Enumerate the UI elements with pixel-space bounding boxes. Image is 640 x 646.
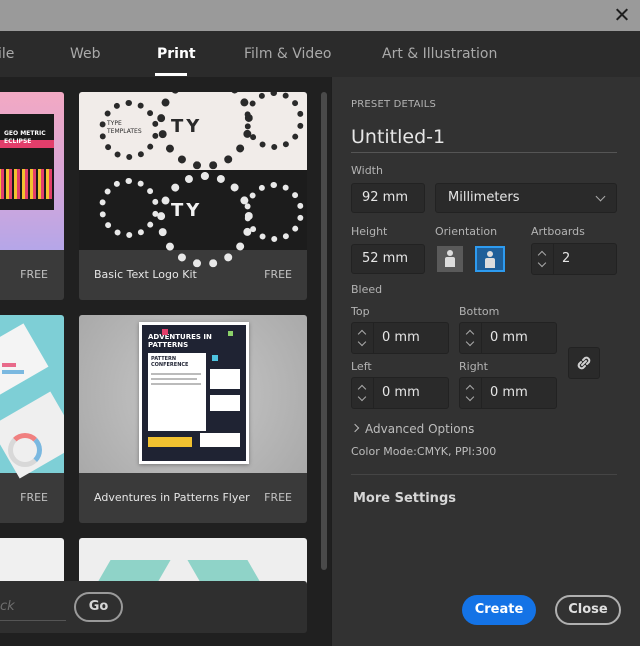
search-input[interactable]: ck [0, 599, 15, 614]
category-tabs: ile Web Print Film & Video Art & Illustr… [0, 31, 640, 77]
go-button[interactable]: Go [74, 592, 123, 622]
document-name-input[interactable]: Untitled-1 [351, 126, 445, 148]
template-search-bar: ck Go [0, 581, 307, 633]
color-mode-info: Color Mode:CMYK, PPI:300 [351, 445, 497, 458]
free-badge: FREE [20, 491, 48, 504]
template-card[interactable]: FREE [0, 315, 64, 523]
chevron-right-icon[interactable] [350, 423, 360, 433]
flyer-heading: ADVENTURES IN PATTERNS [148, 333, 212, 349]
landscape-icon [487, 251, 493, 257]
stepper-down-icon[interactable] [357, 392, 367, 402]
free-badge: FREE [264, 268, 292, 281]
bleed-top-value[interactable]: 0 mm [382, 323, 420, 353]
landscape-orientation-button[interactable] [475, 246, 505, 272]
bleed-left-label: Left [351, 360, 372, 373]
artboards-value[interactable]: 2 [562, 244, 570, 274]
scrollbar-thumb[interactable] [321, 92, 327, 570]
width-label: Width [351, 164, 383, 177]
stepper-down-icon[interactable] [357, 337, 367, 347]
active-tab-indicator [155, 73, 187, 76]
artboards-label: Artboards [531, 225, 585, 238]
bleed-label: Bleed [351, 283, 383, 296]
orientation-label: Orientation [435, 225, 498, 238]
template-card[interactable]: ADVENTURES IN PATTERNS PATTERN CONFERENC… [79, 315, 307, 523]
bleed-bottom-label: Bottom [459, 305, 500, 318]
name-underline [351, 152, 617, 153]
stepper-down-icon[interactable] [465, 337, 475, 347]
flyer-graphic: ADVENTURES IN PATTERNS PATTERN CONFERENC… [139, 322, 249, 464]
template-title: Adventures in Patterns Flyer [94, 491, 250, 504]
tab-art-illustration[interactable]: Art & Illustration [382, 46, 497, 62]
title-bar [0, 0, 640, 31]
bleed-top-label: Top [351, 305, 370, 318]
width-input[interactable]: 92 mm [351, 183, 425, 213]
poster-text: GEO METRIC ECLIPSE [4, 130, 46, 145]
bleed-top-stepper[interactable]: 0 mm [351, 322, 449, 354]
height-input[interactable]: 52 mm [351, 244, 425, 274]
divider [351, 474, 617, 475]
bleed-left-stepper[interactable]: 0 mm [351, 377, 449, 409]
tab-mobile[interactable]: ile [0, 46, 14, 62]
search-underline [0, 620, 66, 621]
units-value: Millimeters [448, 190, 520, 205]
flyer-subheading: PATTERN CONFERENCE [151, 356, 189, 368]
close-icon[interactable] [612, 5, 632, 25]
more-settings-button[interactable]: More Settings [353, 491, 456, 506]
chevron-down-icon [595, 191, 606, 202]
preset-details-panel: PRESET DETAILS Untitled-1 Width 92 mm Mi… [331, 77, 640, 646]
template-card[interactable]: TY TY TYPE TEMPLATES Basic Text Logo Kit… [79, 92, 307, 300]
template-title: Basic Text Logo Kit [94, 268, 197, 281]
bleed-right-label: Right [459, 360, 488, 373]
template-thumbnail [0, 315, 64, 479]
free-badge: FREE [264, 491, 292, 504]
bleed-bottom-value[interactable]: 0 mm [490, 323, 528, 353]
thumb-type-text: TY [171, 116, 203, 137]
height-label: Height [351, 225, 388, 238]
tab-web[interactable]: Web [70, 46, 101, 62]
stepper-down-icon[interactable] [465, 392, 475, 402]
units-select[interactable]: Millimeters [435, 183, 617, 213]
link-icon [577, 356, 591, 370]
bleed-bottom-stepper[interactable]: 0 mm [459, 322, 557, 354]
artboards-stepper[interactable]: 2 [531, 243, 617, 275]
thumb-type-text-inverse: TY [171, 200, 203, 221]
bleed-right-stepper[interactable]: 0 mm [459, 377, 557, 409]
free-badge: FREE [20, 268, 48, 281]
thumb-caption: TYPE TEMPLATES [107, 120, 142, 135]
advanced-options-toggle[interactable]: Advanced Options [365, 422, 474, 436]
create-button[interactable]: Create [462, 595, 536, 625]
template-thumbnail: TY TY TYPE TEMPLATES [79, 92, 307, 268]
bleed-left-value[interactable]: 0 mm [382, 378, 420, 408]
portrait-orientation-button[interactable] [437, 246, 463, 272]
tab-film-video[interactable]: Film & Video [244, 46, 332, 62]
preset-details-label: PRESET DETAILS [351, 99, 437, 110]
bleed-right-value[interactable]: 0 mm [490, 378, 528, 408]
poster-graphic: GEO METRIC ECLIPSE [0, 114, 54, 210]
link-bleed-button[interactable] [568, 347, 600, 379]
stepper-down-icon[interactable] [537, 258, 547, 268]
template-grid: GEO METRIC ECLIPSE FREE TY TY TYPE TEMPL… [0, 77, 331, 646]
close-button[interactable]: Close [555, 595, 621, 625]
template-thumbnail: GEO METRIC ECLIPSE [0, 92, 64, 250]
portrait-icon [447, 250, 453, 256]
template-card[interactable]: GEO METRIC ECLIPSE FREE [0, 92, 64, 300]
tab-print[interactable]: Print [157, 46, 196, 62]
template-thumbnail: ADVENTURES IN PATTERNS PATTERN CONFERENC… [79, 315, 307, 473]
